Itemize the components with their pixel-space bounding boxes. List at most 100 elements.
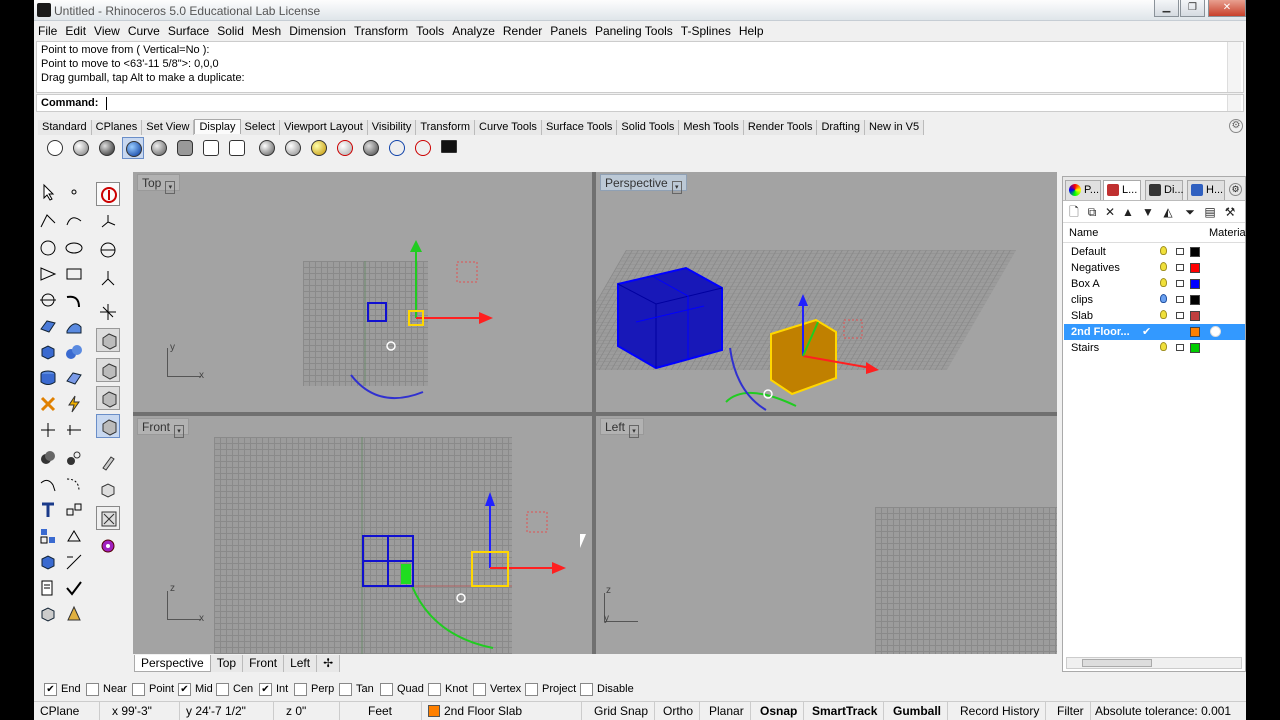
point-tool[interactable] [62,180,86,204]
layer-name[interactable]: clips [1071,294,1093,306]
viewport-left[interactable]: y z Left ▾ [596,416,1057,654]
osnap-disable[interactable]: Disable [580,683,634,697]
surface-tool[interactable] [36,314,60,338]
layers-horizontal-scrollbar[interactable] [1066,657,1242,669]
checkbox[interactable] [216,683,229,696]
planar-toggle[interactable]: Planar [703,702,751,720]
checkbox[interactable]: ✔ [259,683,272,696]
tab-properties[interactable]: P... [1065,180,1101,200]
status-layer[interactable]: 2nd Floor Slab [422,702,582,720]
add-viewport-tab-button[interactable]: ✢ [317,655,341,672]
join-tool[interactable] [62,392,86,416]
checkbox[interactable]: ✔ [44,683,57,696]
layer-row-box-a[interactable]: Box A [1064,276,1245,292]
command-prompt[interactable]: Command: [36,94,1244,112]
checkbox[interactable] [525,683,538,696]
front-view-tool[interactable] [96,386,120,410]
new-layer-icon[interactable]: 🗋 [1067,205,1081,219]
menu-dimension[interactable]: Dimension [285,21,350,40]
tab-layers[interactable]: L... [1103,180,1141,200]
artistic-viewport-button[interactable] [200,137,222,159]
tab-standard[interactable]: Standard [38,120,92,135]
box-tool[interactable] [36,340,60,364]
minimize-button[interactable]: ▁ [1154,0,1179,17]
menu-transform[interactable]: Transform [350,21,412,40]
layer-color-swatch[interactable] [1190,279,1200,289]
material-swatch[interactable] [1210,326,1221,337]
menu-view[interactable]: View [90,21,124,40]
layer-row-default[interactable]: Default [1064,244,1245,260]
zoom-extents-tool[interactable] [96,506,120,530]
4-view-tool[interactable] [96,328,120,352]
menu-surface[interactable]: Surface [164,21,213,40]
menu-tools[interactable]: Tools [412,21,448,40]
render-region-button[interactable] [334,137,356,159]
layer-row-negatives[interactable]: Negatives [1064,260,1245,276]
checkbox[interactable]: ✔ [178,683,191,696]
chevron-down-icon[interactable]: ▾ [174,425,185,438]
layer-name[interactable]: Negatives [1071,262,1120,274]
maximize-button[interactable]: ❐ [1180,0,1205,17]
layer-color-swatch[interactable] [1190,343,1200,353]
array-tool[interactable] [36,524,60,548]
osnap-mid[interactable]: ✔ Mid [178,683,213,697]
osnap-int[interactable]: ✔ Int [259,683,288,697]
tab-drafting[interactable]: Drafting [817,120,865,135]
menu-paneling-tools[interactable]: Paneling Tools [591,21,677,40]
viewport-top[interactable]: x y Top ▾ [133,172,592,412]
menu-render[interactable]: Render [499,21,546,40]
history-scrollbar[interactable] [1227,42,1241,92]
mesh-tool[interactable] [62,366,86,390]
checkbox[interactable] [132,683,145,696]
checkbox[interactable] [428,683,441,696]
rotate-view-tool[interactable] [96,478,120,502]
layer-row-clips[interactable]: clips [1064,292,1245,308]
circle-tool[interactable] [36,236,60,260]
status-cplane[interactable]: CPlane [34,702,100,720]
layer-states-icon[interactable]: ▤ [1203,205,1217,219]
tab-display[interactable]: Display [194,119,241,134]
top-view-tool[interactable] [96,358,120,382]
polygon-tool[interactable] [36,288,60,312]
checkbox[interactable] [339,683,352,696]
explode-tool[interactable] [36,392,60,416]
render-button[interactable] [308,137,330,159]
osnap-project[interactable]: Project [525,683,576,697]
tab-mesh-tools[interactable]: Mesh Tools [679,120,744,135]
sphere-tool[interactable] [62,340,86,364]
lock-icon[interactable] [1176,296,1184,303]
tab-render-tools[interactable]: Render Tools [743,120,818,135]
scrollbar-thumb[interactable] [1082,659,1152,667]
layer-name[interactable]: Stairs [1071,342,1099,354]
analyze-tool[interactable] [36,602,60,626]
checkbox[interactable] [580,683,593,696]
technical-viewport-button[interactable] [174,137,196,159]
project-tool[interactable] [62,524,86,548]
tab-solid-tools[interactable]: Solid Tools [617,120,680,135]
osnap-end[interactable]: ✔ End [44,683,81,697]
checkbox[interactable] [380,683,393,696]
menu-mesh[interactable]: Mesh [248,21,285,40]
select-tool[interactable] [36,180,60,204]
checkbox[interactable] [473,683,486,696]
chevron-down-icon[interactable]: ▾ [671,181,682,194]
osnap-cen[interactable]: Cen [216,683,253,697]
lightbulb-icon[interactable] [1160,278,1167,287]
text-tool[interactable] [36,498,60,522]
viewport-title-front[interactable]: Front ▾ [137,418,190,438]
checkbox[interactable] [86,683,99,696]
menu-panels[interactable]: Panels [546,21,591,40]
tab-new-in-v5[interactable]: New in V5 [864,120,925,135]
osnap-near[interactable]: Near [86,683,127,697]
osnap-tan[interactable]: Tan [339,683,374,697]
delete-layer-icon[interactable]: ✕ [1103,205,1117,219]
layer-color-swatch[interactable] [1190,263,1200,273]
show-object-button[interactable] [256,137,278,159]
monitor-button[interactable] [438,137,460,159]
filter-toggle[interactable]: Filter [1051,702,1091,720]
lightbulb-off-icon[interactable] [1160,294,1167,303]
osnap-toggle[interactable]: Osnap [754,702,805,720]
lights-button[interactable] [360,137,382,159]
grid-snap-toggle[interactable]: Grid Snap [588,702,656,720]
osnap-knot[interactable]: Knot [428,683,468,697]
